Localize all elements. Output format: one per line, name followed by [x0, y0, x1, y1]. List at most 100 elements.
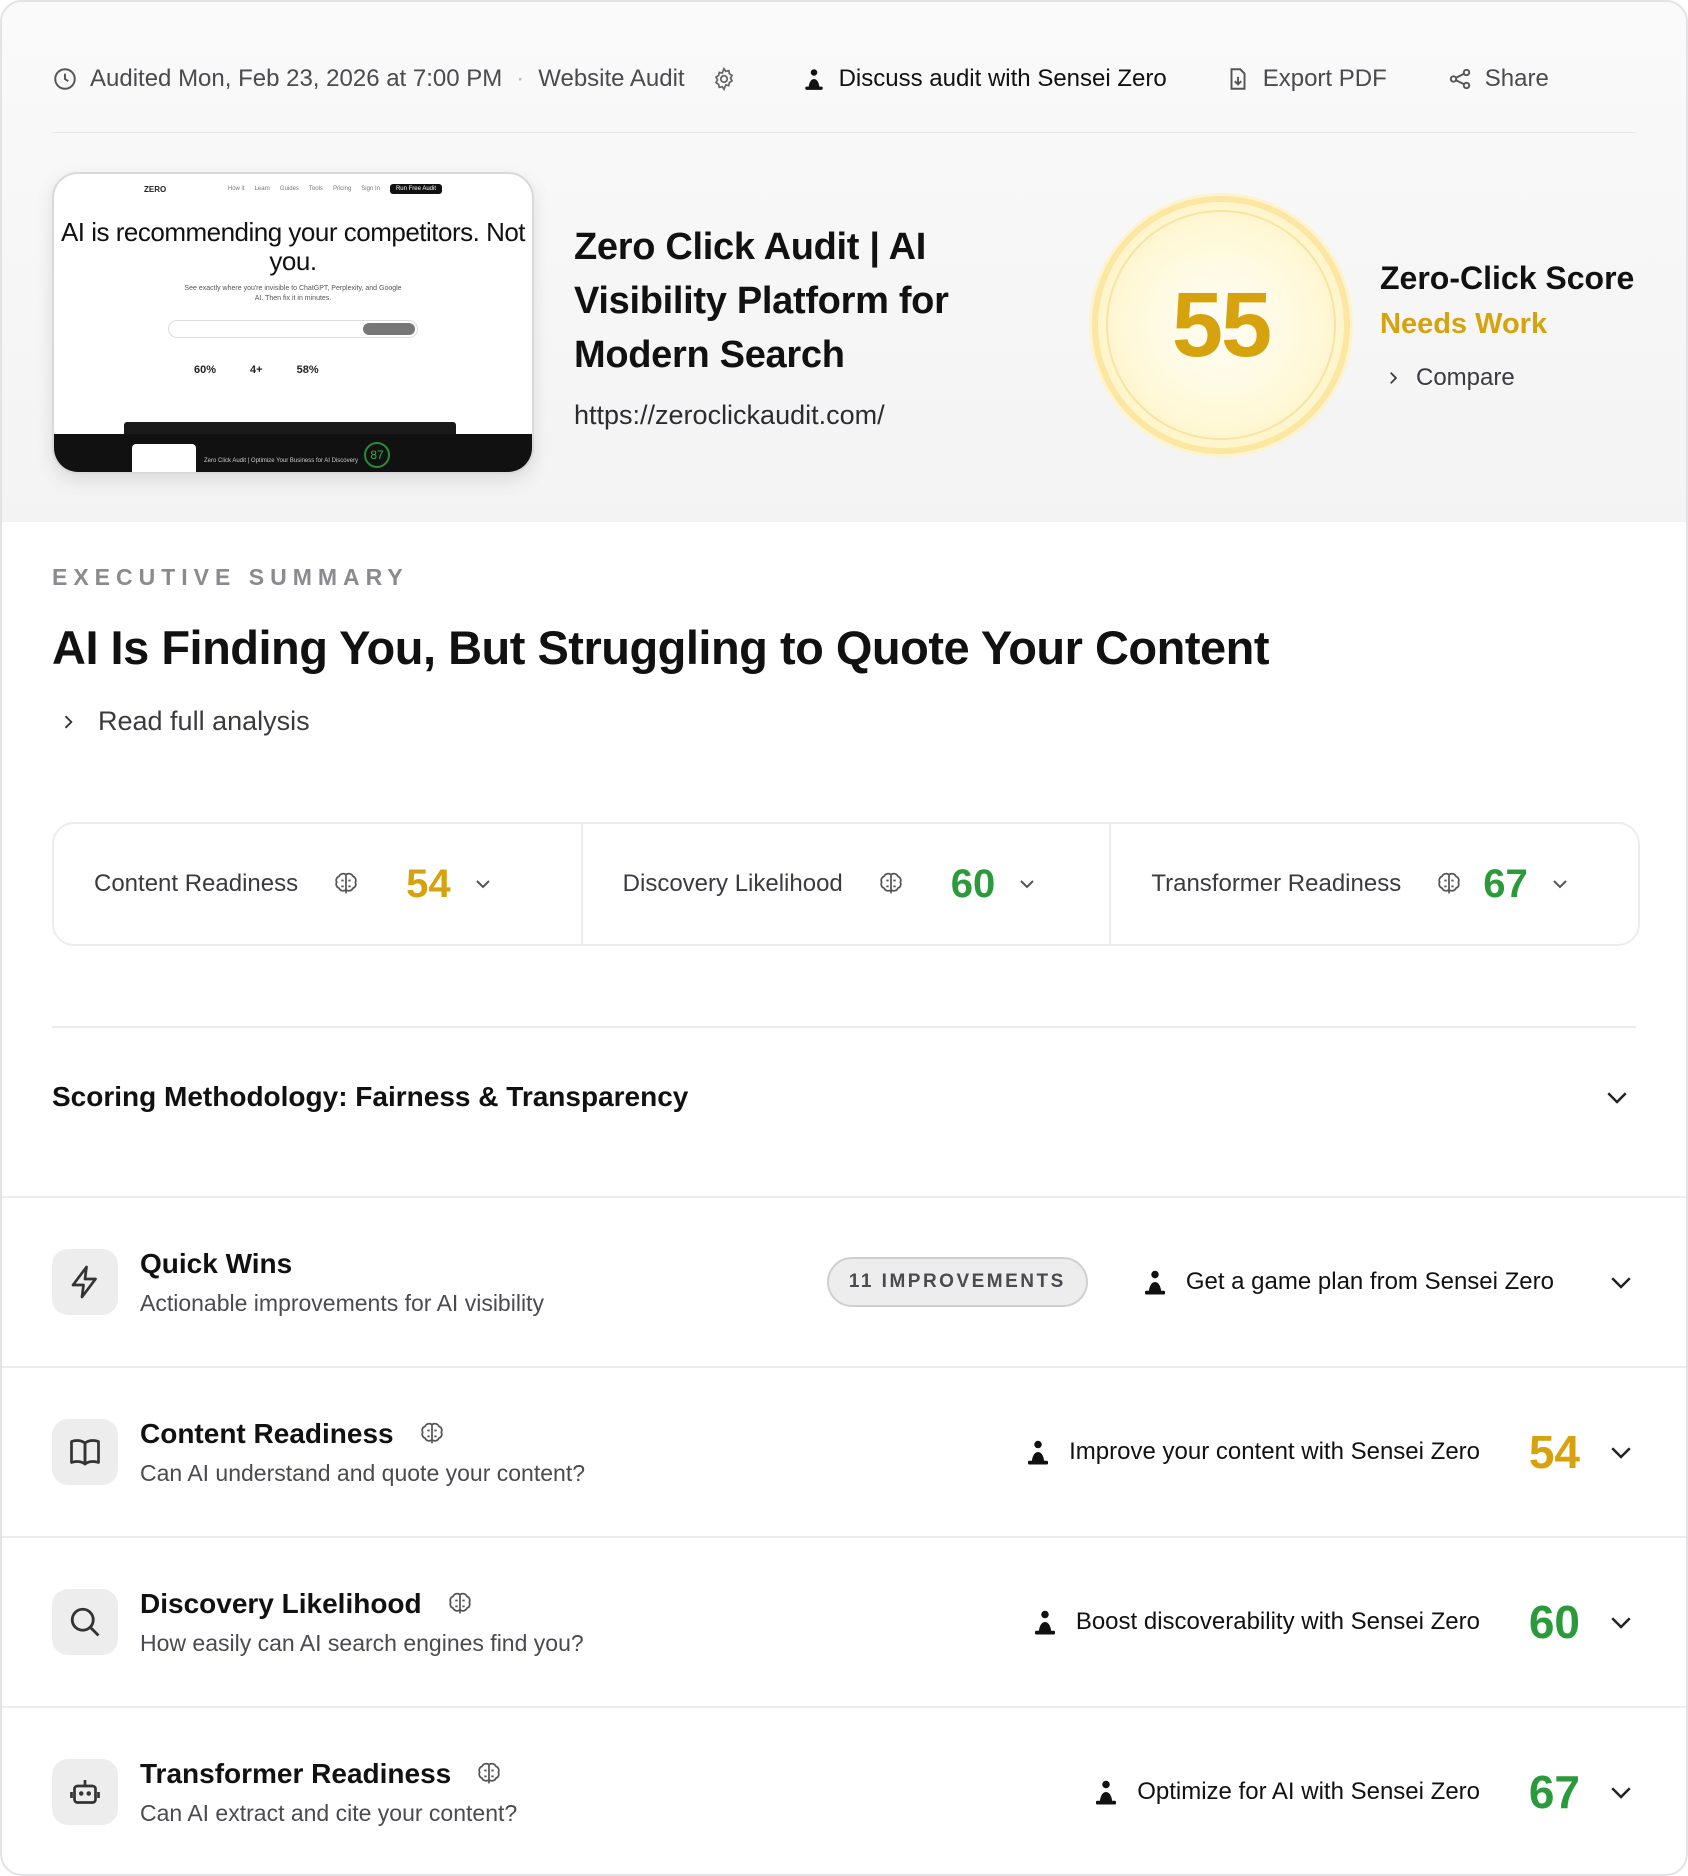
- quick-wins-title: Quick Wins: [140, 1247, 293, 1279]
- audit-type-label: Website Audit: [538, 65, 685, 92]
- transformer-readiness-actions: Optimize for AI with Sensei Zero 67: [1091, 1765, 1636, 1819]
- chevron-down-icon[interactable]: [1606, 1267, 1636, 1297]
- compare-label: Compare: [1416, 364, 1515, 391]
- discovery-likelihood-title-row: Discovery Likelihood: [140, 1588, 584, 1620]
- section-divider: [52, 1026, 1636, 1028]
- content-readiness-title: Content Readiness: [140, 1417, 394, 1449]
- game-plan-button[interactable]: Get a game plan from Sensei Zero: [1140, 1267, 1554, 1297]
- top-toolbar: Audited Mon, Feb 23, 2026 at 7:00 PM · W…: [52, 54, 1636, 104]
- thumb-dark-section: [54, 434, 532, 472]
- monk-icon: [1096, 1780, 1117, 1805]
- metrics-summary-bar: Content Readiness 54 Discovery Likelihoo…: [52, 822, 1640, 946]
- read-full-analysis-toggle[interactable]: Read full analysis: [58, 706, 310, 737]
- thumb-nav-button: Run Free Audit: [389, 184, 442, 194]
- improvements-badge: 11 IMPROVEMENTS: [826, 1257, 1088, 1307]
- thumb-nav-item: Sign In: [361, 186, 380, 192]
- transformer-readiness-text: Transformer Readiness Can AI extract and…: [140, 1758, 517, 1827]
- executive-summary-title: AI Is Finding You, But Struggling to Quo…: [52, 621, 1270, 674]
- content-readiness-subtitle: Can AI understand and quote your content…: [140, 1459, 585, 1486]
- thumb-dark-text: Zero Click Audit | Optimize Your Busines…: [204, 458, 358, 464]
- brain-icon: [1438, 872, 1460, 894]
- thumb-stat: 58%: [296, 364, 319, 376]
- thumb-search-button: [363, 323, 415, 335]
- page-url[interactable]: https://zeroclickaudit.com/: [574, 400, 885, 431]
- thumb-stats: 60% 4+ 58%: [194, 364, 319, 376]
- game-plan-label: Get a game plan from Sensei Zero: [1185, 1268, 1554, 1295]
- monk-icon: [1028, 1440, 1049, 1465]
- quick-wins-actions: 11 IMPROVEMENTS Get a game plan from Sen…: [826, 1257, 1636, 1307]
- metric-content-readiness[interactable]: Content Readiness 54: [54, 824, 583, 944]
- executive-summary-eyebrow: EXECUTIVE SUMMARY: [52, 564, 409, 590]
- search-icon: [52, 1589, 118, 1655]
- metric-transformer-readiness[interactable]: Transformer Readiness 67: [1111, 824, 1638, 944]
- robot-icon: [52, 1759, 118, 1825]
- clock-icon: [52, 66, 78, 92]
- improve-content-button[interactable]: Improve your content with Sensei Zero: [1023, 1437, 1480, 1467]
- content-readiness-text: Content Readiness Can AI understand and …: [140, 1418, 585, 1487]
- quick-wins-section[interactable]: Quick Wins Actionable improvements for A…: [2, 1196, 1686, 1366]
- thumb-nav-item: Learn: [254, 186, 270, 192]
- thumb-nav-item: Tools: [308, 186, 323, 192]
- website-screenshot-thumbnail[interactable]: ZERO How it Learn Guides Tools Pricing S…: [52, 172, 534, 474]
- scoring-methodology-toggle[interactable]: Scoring Methodology: Fairness & Transpar…: [52, 1072, 1636, 1122]
- thumb-nav: ZERO How it Learn Guides Tools Pricing S…: [144, 182, 442, 196]
- boost-discoverability-button[interactable]: Boost discoverability with Sensei Zero: [1030, 1607, 1480, 1637]
- chevron-right-icon: [64, 715, 73, 728]
- chevron-right-icon: [1390, 372, 1398, 384]
- audited-info: Audited Mon, Feb 23, 2026 at 7:00 PM: [52, 65, 502, 93]
- chevron-down-icon[interactable]: [1606, 1607, 1636, 1637]
- metric-value: 60: [950, 861, 996, 906]
- optimize-for-ai-button[interactable]: Optimize for AI with Sensei Zero: [1091, 1777, 1480, 1807]
- transformer-readiness-title: Transformer Readiness: [140, 1757, 452, 1789]
- compare-button[interactable]: Compare: [1384, 364, 1515, 392]
- brain-icon: [335, 872, 357, 894]
- quick-wins-text: Quick Wins Actionable improvements for A…: [140, 1248, 544, 1317]
- content-readiness-section[interactable]: Content Readiness Can AI understand and …: [2, 1366, 1686, 1536]
- transformer-readiness-subtitle: Can AI extract and cite your content?: [140, 1799, 518, 1826]
- brain-icon: [420, 1422, 443, 1443]
- transformer-readiness-score: 67: [1528, 1766, 1580, 1818]
- thumb-mini-card: [132, 444, 196, 472]
- zero-click-score-ring: 55: [1092, 196, 1350, 454]
- content-readiness-title-row: Content Readiness: [140, 1418, 585, 1450]
- thumb-stat: 60%: [194, 364, 217, 376]
- metric-value: 54: [406, 861, 451, 906]
- share-button[interactable]: Share: [1447, 65, 1549, 93]
- discuss-audit-button[interactable]: Discuss audit with Sensei Zero: [801, 65, 1167, 93]
- quick-wins-subtitle: Actionable improvements for AI visibilit…: [140, 1289, 544, 1316]
- chevron-down-icon[interactable]: [1606, 1777, 1636, 1807]
- thumb-logo: ZERO: [144, 184, 167, 194]
- discovery-likelihood-title: Discovery Likelihood: [140, 1587, 422, 1619]
- content-readiness-actions: Improve your content with Sensei Zero 54: [1023, 1425, 1636, 1479]
- thumb-mini-score: 87: [364, 442, 390, 468]
- chevron-down-icon: [1020, 880, 1034, 889]
- thumb-subtext: See exactly where you're invisible to Ch…: [184, 285, 402, 302]
- zero-click-score-label: Zero-Click Score: [1380, 260, 1635, 296]
- settings-button[interactable]: [711, 66, 749, 92]
- thumb-headline: AI is recommending your competitors. Not…: [60, 217, 526, 276]
- chevron-down-icon: [1607, 1092, 1627, 1104]
- brain-icon: [448, 1592, 471, 1613]
- metric-label: Content Readiness: [94, 870, 299, 897]
- lightning-icon: [52, 1249, 118, 1315]
- separator-dot: ·: [516, 65, 525, 92]
- page-title: Zero Click Audit | AI Visibility Platfor…: [574, 226, 949, 376]
- discovery-likelihood-text: Discovery Likelihood How easily can AI s…: [140, 1588, 584, 1657]
- scoring-methodology-title: Scoring Methodology: Fairness & Transpar…: [52, 1081, 689, 1112]
- discovery-likelihood-subtitle: How easily can AI search engines find yo…: [140, 1629, 584, 1656]
- chevron-down-icon: [1553, 880, 1567, 889]
- transformer-readiness-section[interactable]: Transformer Readiness Can AI extract and…: [2, 1706, 1686, 1874]
- metric-discovery-likelihood[interactable]: Discovery Likelihood 60: [583, 824, 1112, 944]
- optimize-for-ai-label: Optimize for AI with Sensei Zero: [1137, 1778, 1480, 1805]
- file-download-icon: [1225, 66, 1251, 92]
- zero-click-score-value: 55: [1171, 273, 1272, 376]
- metric-label: Discovery Likelihood: [622, 870, 843, 897]
- discovery-likelihood-section[interactable]: Discovery Likelihood How easily can AI s…: [2, 1536, 1686, 1706]
- share-label: Share: [1484, 65, 1549, 92]
- export-pdf-button[interactable]: Export PDF: [1225, 65, 1387, 93]
- monk-icon: [1034, 1610, 1055, 1635]
- share-icon: [1447, 66, 1473, 92]
- chevron-down-icon[interactable]: [1606, 1437, 1636, 1467]
- thumb-search-bar: [168, 320, 418, 338]
- audited-timestamp: Audited Mon, Feb 23, 2026 at 7:00 PM: [90, 65, 503, 92]
